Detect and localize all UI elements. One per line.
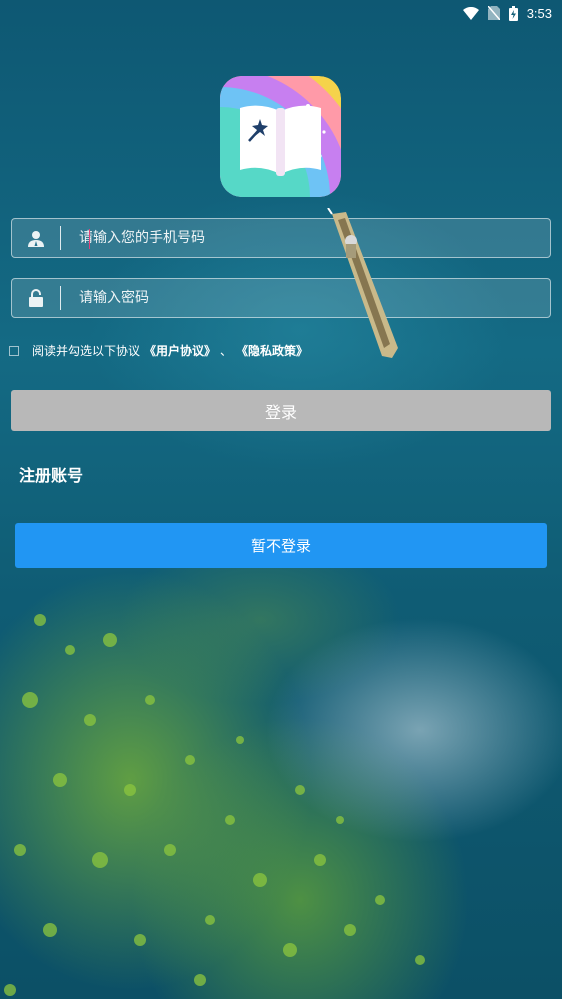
user-agreement-link[interactable]: 《用户协议》 [144, 342, 216, 359]
skip-login-button[interactable]: 暂不登录 [15, 523, 547, 568]
lock-icon [12, 289, 60, 307]
register-account-link[interactable]: 注册账号 [19, 462, 83, 486]
no-sim-icon [487, 6, 500, 20]
password-input-field[interactable] [11, 278, 551, 318]
magic-book-icon [220, 76, 341, 197]
app-logo [220, 76, 341, 197]
text-cursor [89, 229, 90, 249]
boat-image [327, 208, 398, 358]
user-icon [12, 229, 60, 247]
wifi-icon [462, 6, 479, 20]
status-bar: 3:53 [0, 0, 562, 26]
login-button[interactable]: 登录 [11, 390, 551, 431]
privacy-policy-link[interactable]: 《隐私政策》 [236, 342, 308, 359]
agreement-row: 阅读并勾选以下协议 《用户协议》 、 《隐私政策》 [9, 342, 308, 359]
phone-input[interactable] [61, 218, 550, 258]
phone-input-field[interactable] [11, 218, 551, 258]
battery-charging-icon [508, 5, 518, 21]
agreement-separator: 、 [220, 344, 233, 358]
password-input[interactable] [61, 278, 550, 318]
status-time: 3:53 [526, 5, 552, 21]
agreement-checkbox[interactable] [9, 345, 19, 356]
agreement-text: 阅读并勾选以下协议 [32, 344, 141, 358]
